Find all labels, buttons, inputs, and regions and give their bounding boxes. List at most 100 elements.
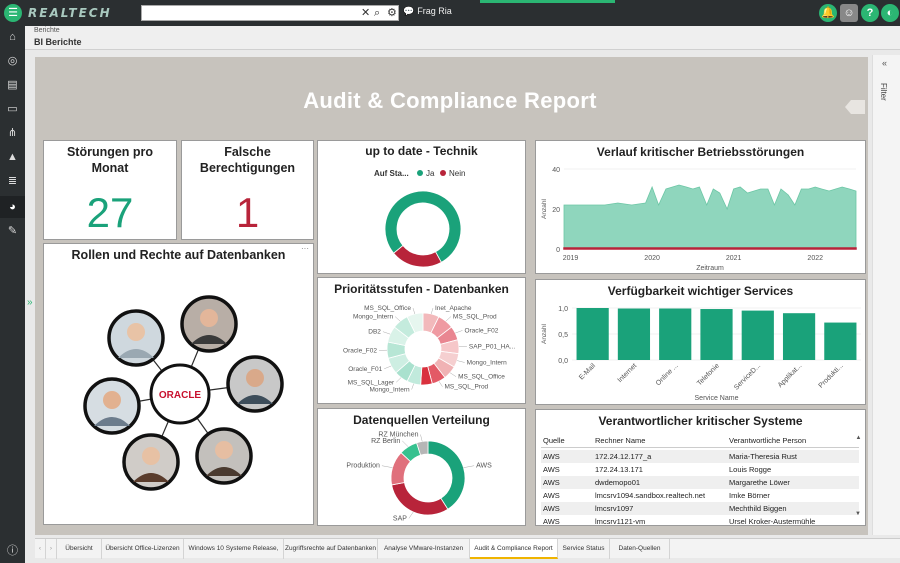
x-tick-label: Internet	[617, 362, 639, 384]
table-cell: Margarethe Löwer	[729, 478, 790, 487]
table-scrollbar[interactable]: ▲ ▼	[855, 435, 862, 521]
top-bar: ☰ REALTECH ✕ ⌕ ⚙ 💬 Frag Ria 🔔 ☺ ? ◐	[0, 0, 900, 26]
up-to-date-card: up to date - Technik Auf Sta... Ja Nein	[317, 140, 526, 274]
globe-icon[interactable]: ◎	[0, 50, 25, 72]
bar[interactable]	[700, 309, 733, 360]
report-tab[interactable]: Service Status	[558, 539, 610, 559]
ask-ria-label: Frag Ria	[417, 6, 452, 16]
oracle-logo-text: ORACLE	[159, 390, 202, 401]
x-tick-label: Online ...	[655, 362, 680, 387]
menu-icon[interactable]: ☰	[4, 4, 22, 22]
datenquellen-chart: AWS SAP Produktion RZ BerlinRZ München	[346, 432, 492, 523]
breadcrumb-current: BI Berichte	[34, 37, 82, 47]
pie-slice[interactable]	[427, 440, 466, 510]
slice-leader-line	[411, 383, 414, 390]
search-icon[interactable]: ⌕	[374, 6, 380, 21]
language-icon[interactable]: ◐	[881, 4, 899, 22]
scroll-up-icon[interactable]: ▲	[855, 435, 862, 441]
table-row[interactable]: AWS dwdemopo01 Margarethe Löwer	[541, 476, 859, 489]
clear-icon[interactable]: ✕	[361, 6, 370, 21]
rollen-card: Rollen und Rechte auf Datenbanken ··· OR…	[43, 243, 314, 525]
slice-label: Mongo_Intern	[353, 314, 393, 321]
legend-label-nein: Nein	[449, 169, 465, 178]
table-row[interactable]: AWS 172.24.12.177_a Maria-Theresia Rust	[541, 450, 859, 463]
table-cell: AWS	[543, 517, 560, 526]
rollen-network: ORACLE	[83, 295, 284, 491]
report-tab[interactable]: Windows 10 Systeme Release, Patch	[184, 539, 284, 559]
up-to-date-chart: Auf Sta... Ja Nein	[374, 169, 465, 268]
y-axis-label: Anzahl	[541, 324, 548, 344]
bar[interactable]	[659, 308, 692, 360]
ask-ria-button[interactable]: 💬 Frag Ria	[403, 6, 452, 17]
table-row[interactable]: AWS lmcsrv1121-vm Ursel Kroker-Austermühle	[541, 515, 859, 528]
slice-leader-line	[445, 316, 452, 322]
tab-next-icon[interactable]: ›	[46, 539, 57, 559]
bar[interactable]	[824, 322, 857, 360]
slice-leader-line	[420, 434, 423, 442]
slice-leader-line	[394, 316, 401, 322]
report-tab[interactable]: Zugriffsrechte auf Datenbanken	[284, 539, 378, 559]
datenquellen-card: Datenquellen Verteilung AWS SAP Produktion…	[317, 408, 526, 526]
column-header[interactable]: Rechner Name	[595, 436, 645, 445]
table-row[interactable]: AWS lmcsrv1094.sandbox.realtech.net Imke B…	[541, 489, 859, 502]
table-cell: dwdemopo01	[595, 478, 641, 487]
prioritaet-card: Prioritätsstufen - Datenbanken Inet_Apac…	[317, 277, 526, 404]
table-cell: 172.24.12.177_a	[595, 452, 652, 461]
report-tab[interactable]: Übersicht Office-Lizenzen	[102, 539, 184, 559]
slice-leader-line	[381, 465, 393, 468]
help-icon[interactable]: ?	[861, 4, 879, 22]
gear-icon[interactable]: ⚙	[387, 6, 397, 21]
slice-label: MS_SQL_Office	[458, 374, 505, 381]
avatar[interactable]: ☺	[840, 4, 858, 22]
verlauf-card: Verlauf kritischer Betriebsstörungen 0 20…	[535, 140, 866, 274]
table-cell: AWS	[543, 491, 560, 500]
search-input[interactable]: ✕ ⌕ ⚙	[141, 5, 399, 21]
chevron-left-icon[interactable]: «	[882, 58, 887, 68]
table-cell: AWS	[543, 465, 560, 474]
kpi-value: 27	[86, 189, 134, 236]
slice-label: MS_SQL_Prod	[444, 384, 488, 391]
report-tab[interactable]: Daten-Quellen	[610, 539, 670, 559]
table-row[interactable]: AWS 172.24.13.171 Louis Rogge	[541, 463, 859, 476]
x-tick-label: Telefonie	[696, 362, 721, 387]
wrench-icon[interactable]: ✎	[0, 220, 25, 242]
slice-leader-line	[412, 308, 416, 315]
pie-slice[interactable]	[391, 482, 449, 516]
chat-icon: 💬	[403, 6, 415, 16]
breadcrumb-parent[interactable]: Berichte	[34, 27, 60, 34]
report-tab[interactable]: Audit & Compliance Report	[470, 539, 558, 559]
slice-label: RZ Berlin	[371, 438, 400, 445]
database-icon[interactable]: ≣	[0, 170, 25, 192]
verfuegbarkeit-card: Verfügbarkeit wichtiger Services 0,0 0,5 1…	[535, 279, 866, 405]
table-row[interactable]: AWS lmcsrv1097 Mechthild Biggen	[541, 502, 859, 515]
report-tab[interactable]: Übersicht	[57, 539, 102, 559]
legend-title: Auf Sta...	[374, 169, 409, 178]
home-icon[interactable]: ⌂	[0, 26, 25, 48]
area-series	[563, 184, 857, 250]
education-icon[interactable]: ▲	[0, 146, 25, 168]
expand-icon[interactable]: »	[27, 297, 33, 308]
slice-leader-line	[396, 377, 402, 383]
report-tab[interactable]: Analyse VMware-Instanzen	[378, 539, 470, 559]
bar[interactable]	[617, 308, 651, 360]
tab-prev-icon[interactable]: ‹	[35, 539, 46, 559]
kpi-title-line1: Störungen pro	[66, 145, 154, 159]
pie-slice[interactable]	[393, 245, 442, 268]
filter-pane[interactable]: « Filter	[872, 55, 900, 535]
column-header[interactable]: Verantwortliche Person	[729, 436, 806, 445]
network-icon[interactable]: ⋔	[0, 122, 25, 144]
bell-icon[interactable]: 🔔	[819, 4, 837, 22]
kpi-card-berechtigungen: Falsche Berechtigungen 1	[181, 140, 314, 240]
bar[interactable]	[576, 308, 609, 360]
progress-indicator	[480, 0, 615, 3]
table-cell: lmcsrv1121-vm	[595, 517, 646, 526]
reports-icon[interactable]: ◕	[0, 196, 25, 218]
kpi-title-line2: Monat	[91, 161, 129, 175]
scroll-down-icon[interactable]: ▼	[855, 511, 861, 517]
column-header[interactable]: Quelle	[543, 436, 565, 445]
x-tick-label: ServiceD...	[733, 362, 762, 391]
bar[interactable]	[741, 310, 774, 360]
bar[interactable]	[782, 313, 816, 360]
info-icon[interactable]: ⓘ	[0, 540, 25, 562]
x-tick-label: 2021	[726, 255, 742, 262]
